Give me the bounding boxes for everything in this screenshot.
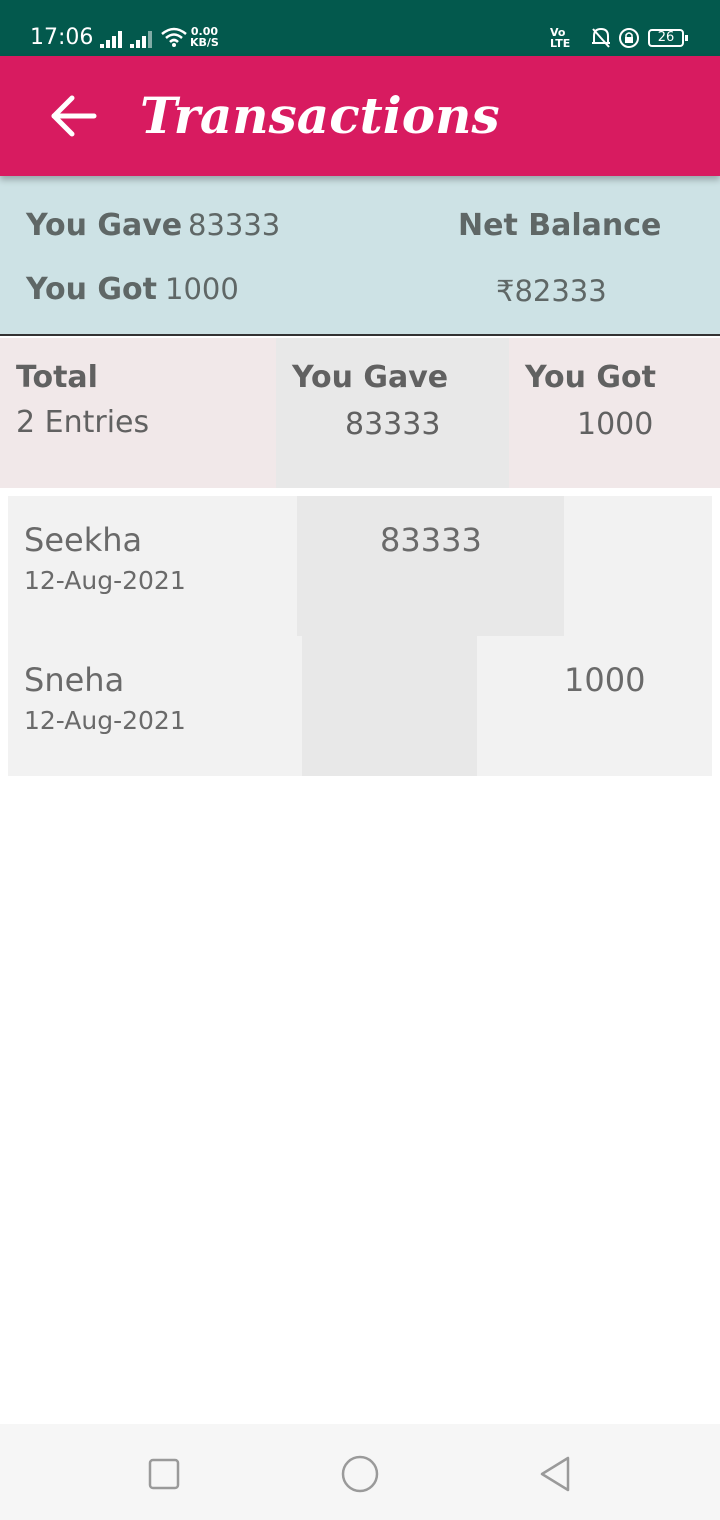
list-item[interactable]: Seekha 12-Aug-2021 83333 xyxy=(8,496,712,636)
bell-muted-icon xyxy=(592,27,610,48)
recents-square-icon[interactable] xyxy=(144,1454,184,1494)
totals-gave-label: You Gave xyxy=(292,360,449,395)
battery-icon: 26 xyxy=(648,29,688,47)
entries-count: 2 Entries xyxy=(16,405,150,440)
signal-icon-2 xyxy=(130,30,158,48)
totals-gave-value: 83333 xyxy=(345,407,441,442)
wifi-icon xyxy=(161,27,187,47)
entry-date: 12-Aug-2021 xyxy=(24,566,186,595)
entry-gave-cell xyxy=(302,636,477,776)
navigation-bar xyxy=(0,1424,720,1520)
entry-date: 12-Aug-2021 xyxy=(24,706,186,735)
entry-name: Sneha xyxy=(24,661,125,699)
back-triangle-icon[interactable] xyxy=(536,1454,576,1494)
status-time: 17:06 xyxy=(30,25,94,50)
entry-gave-amount: 83333 xyxy=(380,521,482,559)
arrow-left-icon[interactable] xyxy=(46,88,102,144)
signal-icon xyxy=(100,30,128,48)
entry-name: Seekha xyxy=(24,521,143,559)
net-speed-unit: KB/S xyxy=(190,36,219,49)
entries-list: Seekha 12-Aug-2021 83333 Sneha 12-Aug-20… xyxy=(8,496,712,776)
you-gave-value: 83333 xyxy=(188,208,281,242)
net-balance-label: Net Balance xyxy=(458,208,662,243)
totals-row: Total 2 Entries You Gave 83333 You Got 1… xyxy=(0,338,720,488)
entry-got-amount: 1000 xyxy=(564,661,646,699)
summary-card: You Gave 83333 You Got 1000 Net Balance … xyxy=(0,176,720,336)
volte-bottom: LTE xyxy=(550,37,571,50)
page-title: Transactions xyxy=(140,86,500,145)
you-got-value: 1000 xyxy=(165,272,239,306)
totals-got-value: 1000 xyxy=(577,407,654,442)
totals-got-label: You Got xyxy=(525,360,656,395)
status-bar: 17:06 0.00 KB/S Vo LTE 26 xyxy=(0,0,720,56)
you-got-label: You Got xyxy=(26,272,157,307)
net-balance-value: ₹82333 xyxy=(496,274,607,308)
net-speed: 0.00 KB/S xyxy=(190,26,219,48)
home-circle-icon[interactable] xyxy=(340,1454,380,1494)
app-bar: Transactions xyxy=(0,56,720,176)
total-label: Total xyxy=(16,360,98,395)
rotation-lock-icon xyxy=(619,28,639,48)
volte-indicator: Vo LTE xyxy=(550,27,570,49)
entry-gave-cell xyxy=(297,496,564,636)
you-gave-label: You Gave xyxy=(26,208,183,243)
list-item[interactable]: Sneha 12-Aug-2021 1000 xyxy=(8,636,712,776)
